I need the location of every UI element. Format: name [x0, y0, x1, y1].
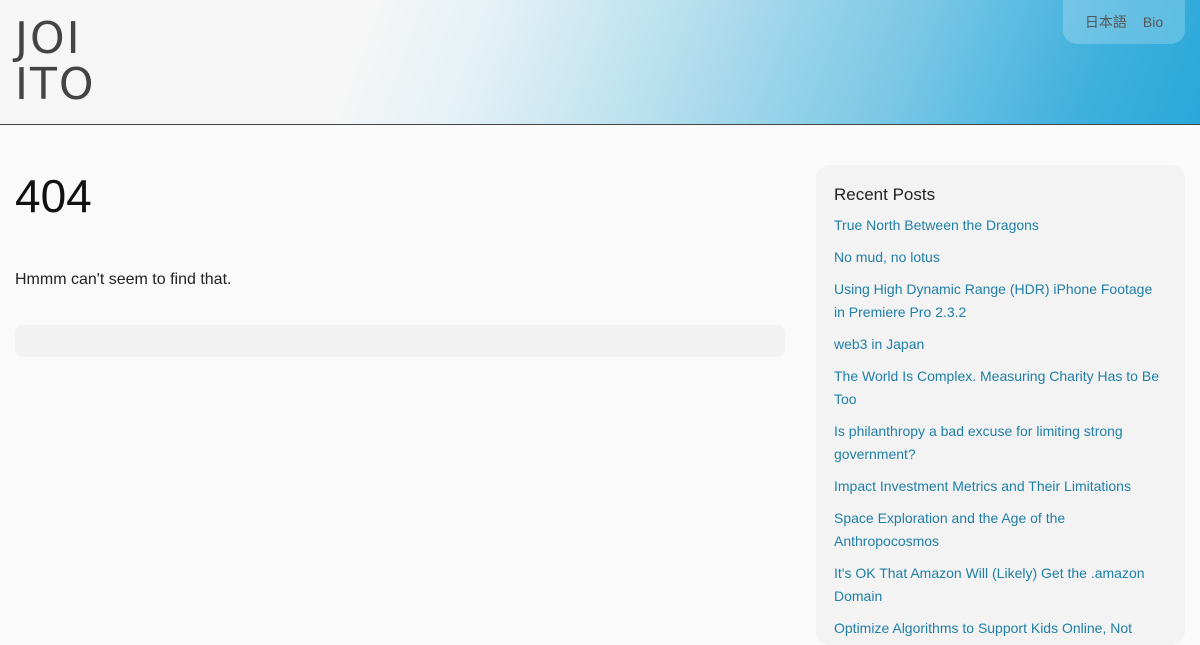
post-link[interactable]: Optimize Algorithms to Support Kids Onli…	[834, 620, 1132, 645]
nav-link-japanese[interactable]: 日本語	[1085, 12, 1127, 32]
list-item: Optimize Algorithms to Support Kids Onli…	[834, 617, 1167, 645]
list-item: It's OK That Amazon Will (Likely) Get th…	[834, 562, 1167, 608]
recent-posts-list: True North Between the Dragons No mud, n…	[834, 214, 1167, 645]
post-link[interactable]: No mud, no lotus	[834, 249, 940, 265]
post-link[interactable]: It's OK That Amazon Will (Likely) Get th…	[834, 565, 1145, 604]
site-logo[interactable]: JOI ITO	[15, 17, 111, 109]
list-item: Impact Investment Metrics and Their Limi…	[834, 475, 1167, 498]
list-item: The World Is Complex. Measuring Charity …	[834, 365, 1167, 411]
list-item: True North Between the Dragons	[834, 214, 1167, 237]
post-link[interactable]: The World Is Complex. Measuring Charity …	[834, 368, 1159, 407]
logo-line-1: JOI	[15, 13, 82, 64]
post-link[interactable]: True North Between the Dragons	[834, 217, 1039, 233]
nav-link-bio[interactable]: Bio	[1143, 14, 1163, 30]
list-item: web3 in Japan	[834, 333, 1167, 356]
post-link[interactable]: web3 in Japan	[834, 336, 924, 352]
page-title: 404	[15, 170, 92, 222]
post-link[interactable]: Space Exploration and the Age of the Ant…	[834, 510, 1065, 549]
top-nav: 日本語 Bio	[1063, 0, 1185, 44]
list-item: Space Exploration and the Age of the Ant…	[834, 507, 1167, 553]
post-link[interactable]: Using High Dynamic Range (HDR) iPhone Fo…	[834, 281, 1152, 320]
recent-posts-sidebar: Recent Posts True North Between the Drag…	[816, 165, 1185, 645]
post-link[interactable]: Impact Investment Metrics and Their Limi…	[834, 478, 1131, 494]
list-item: Using High Dynamic Range (HDR) iPhone Fo…	[834, 278, 1167, 324]
logo-line-2: ITO	[15, 59, 96, 110]
recent-posts-heading: Recent Posts	[834, 185, 936, 204]
search-input[interactable]	[15, 325, 785, 357]
main-content: 404 Hmmm can't seem to find that.	[15, 165, 785, 357]
not-found-message: Hmmm can't seem to find that.	[15, 271, 232, 288]
list-item: No mud, no lotus	[834, 246, 1167, 269]
post-link[interactable]: Is philanthropy a bad excuse for limitin…	[834, 423, 1123, 462]
site-header: JOI ITO 日本語 Bio	[0, 0, 1200, 125]
list-item: Is philanthropy a bad excuse for limitin…	[834, 420, 1167, 466]
